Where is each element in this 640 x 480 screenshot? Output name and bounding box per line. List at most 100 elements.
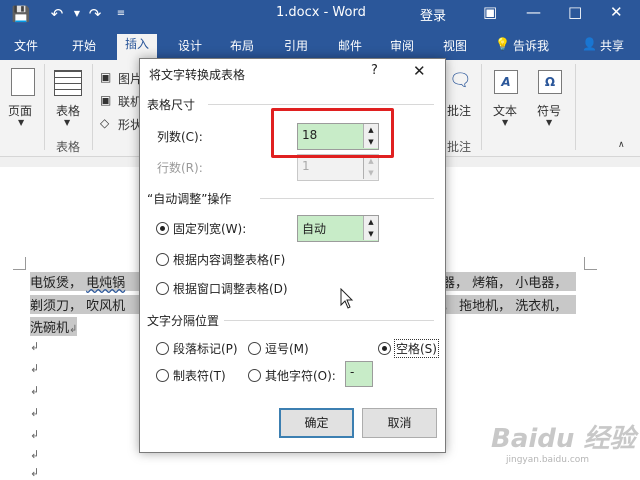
undo-icon[interactable]: ↶ (46, 4, 68, 24)
highlight-box (271, 108, 394, 158)
group-label-table: 表格 (56, 140, 81, 154)
cancel-button[interactable]: 取消 (362, 408, 437, 438)
comment-label[interactable]: 批注 (447, 102, 471, 119)
tab-references[interactable]: 引用 (284, 37, 308, 54)
fixed-width-label[interactable]: 固定列宽(W): (173, 220, 246, 237)
help-button[interactable]: ? (371, 63, 378, 78)
tab-design[interactable]: 设计 (178, 37, 202, 54)
share-button[interactable]: 共享 (600, 37, 624, 54)
selected-text-line[interactable]: 剃须刀， 吹风机 (30, 295, 140, 314)
group-label-comments: 批注 (447, 140, 472, 154)
dialog-close-button[interactable]: ✕ (413, 62, 426, 80)
text-run: 电炖锅 (86, 276, 126, 291)
ok-button[interactable]: 确定 (279, 408, 354, 438)
radio-tab[interactable] (156, 369, 169, 382)
section-divider (208, 104, 434, 105)
tab-label[interactable]: 制表符(T) (173, 367, 226, 384)
radio-comma[interactable] (248, 342, 261, 355)
ribbon-display-icon[interactable]: ▣ (483, 3, 497, 21)
radio-fixed-width[interactable] (156, 222, 169, 235)
redo-icon[interactable]: ↷ (84, 4, 106, 24)
tab-home[interactable]: 开始 (72, 37, 96, 54)
close-icon[interactable]: ✕ (610, 3, 623, 21)
chevron-down-icon[interactable]: ▼ (546, 118, 552, 127)
customize-toolbar-icon[interactable]: ≡ (110, 4, 132, 24)
tab-file[interactable]: 文件 (14, 37, 38, 54)
text-run: 电饭煲， (30, 276, 83, 291)
paragraph-mark-icon: ↲ (30, 466, 40, 479)
chevron-down-icon[interactable]: ▼ (18, 118, 24, 127)
section-divider (224, 320, 434, 321)
paragraph-mark-icon: ↲ (30, 384, 40, 397)
other-char-label[interactable]: 其他字符(O): (265, 367, 336, 384)
watermark-url: jingyan.baidu.com (506, 455, 590, 465)
watermark-logo: Baidu 经验 (491, 424, 636, 454)
rows-value: 1 (302, 159, 310, 173)
space-label[interactable]: 空格(S) (394, 339, 439, 358)
paragraph-mark-icon: ↲ (69, 324, 78, 335)
table-icon[interactable] (54, 70, 82, 96)
paragraph-label[interactable]: 段落标记(P) (173, 340, 238, 357)
group-divider (44, 64, 45, 150)
tab-view[interactable]: 视图 (443, 37, 467, 54)
paragraph-mark-icon: ↲ (30, 362, 40, 375)
selected-text-line[interactable]: 洗碗机↲ (30, 317, 78, 336)
cols-label: 列数(C): (157, 130, 203, 144)
tell-me-box[interactable]: 告诉我 (513, 37, 549, 54)
tab-mailings[interactable]: 邮件 (338, 37, 362, 54)
tab-layout[interactable]: 布局 (230, 37, 254, 54)
maximize-icon[interactable]: □ (568, 3, 582, 21)
paragraph-mark-icon: ↲ (30, 340, 40, 353)
chevron-down-icon[interactable]: ▼ (64, 118, 70, 127)
rows-label: 行数(R): (157, 161, 203, 175)
minimize-icon[interactable]: — (526, 3, 541, 21)
radio-autofit-window[interactable] (156, 282, 169, 295)
table-label[interactable]: 表格 (56, 102, 80, 119)
online-picture-icon[interactable]: ▣ (100, 93, 111, 107)
dialog-title: 将文字转换成表格 (149, 68, 246, 82)
group-divider (92, 64, 93, 150)
comment-icon[interactable]: 🗨 (449, 70, 472, 91)
selected-text-line[interactable]: ， 拖地机， 洗衣机， (442, 295, 576, 314)
tab-review[interactable]: 审阅 (390, 37, 414, 54)
save-icon[interactable]: 💾 (10, 4, 32, 24)
fixed-width-value[interactable]: 自动 (302, 220, 326, 237)
ribbon-tabs: 文件 开始 插入 设计 布局 引用 邮件 审阅 视图 💡 告诉我 👤 共享 (0, 28, 640, 60)
section-separator: 文字分隔位置 (147, 314, 220, 328)
picture-icon[interactable]: ▣ (100, 70, 111, 84)
radio-space[interactable] (378, 342, 391, 355)
spin-up-icon[interactable]: ▲ (363, 216, 378, 228)
paragraph-mark-icon: ↲ (30, 406, 40, 419)
radio-paragraph[interactable] (156, 342, 169, 355)
collapse-ribbon-icon[interactable]: ∧ (618, 140, 625, 150)
group-divider (481, 64, 482, 150)
fixed-width-spinner[interactable]: 自动 ▲ ▼ (297, 215, 379, 242)
text-box-icon[interactable]: A (494, 70, 518, 94)
pages-label[interactable]: 页面 (8, 102, 32, 119)
radio-other[interactable] (248, 369, 261, 382)
autofit-content-label[interactable]: 根据内容调整表格(F) (173, 251, 285, 268)
group-divider (575, 64, 576, 150)
login-link[interactable]: 登录 (420, 5, 446, 24)
tab-insert[interactable]: 插入 (117, 34, 158, 60)
selected-text-line[interactable]: 电饭煲， 电炖锅 (30, 272, 140, 291)
paragraph-mark-icon: ↲ (30, 428, 40, 441)
chevron-down-icon[interactable]: ▼ (502, 118, 508, 127)
page-icon[interactable] (11, 68, 35, 96)
section-table-size: 表格尺寸 (147, 98, 196, 112)
omega-icon[interactable]: Ω (538, 70, 562, 94)
text-label[interactable]: 文本 (493, 102, 517, 119)
radio-autofit-content[interactable] (156, 253, 169, 266)
shapes-icon[interactable]: ◇ (100, 116, 109, 130)
section-divider (260, 198, 434, 199)
selected-text-line[interactable]: 器， 烤箱， 小电器， (442, 272, 576, 291)
autofit-window-label[interactable]: 根据窗口调整表格(D) (173, 280, 288, 297)
comma-label[interactable]: 逗号(M) (265, 340, 309, 357)
rows-spinner: 1 ▲ ▼ (297, 154, 379, 181)
spin-down-icon[interactable]: ▼ (363, 228, 378, 240)
margin-corner-mark (584, 257, 597, 270)
other-char-input[interactable]: - (345, 361, 373, 387)
symbol-label[interactable]: 符号 (537, 102, 561, 119)
section-autofit: “自动调整”操作 (147, 192, 232, 206)
lightbulb-icon: 💡 (495, 37, 510, 51)
